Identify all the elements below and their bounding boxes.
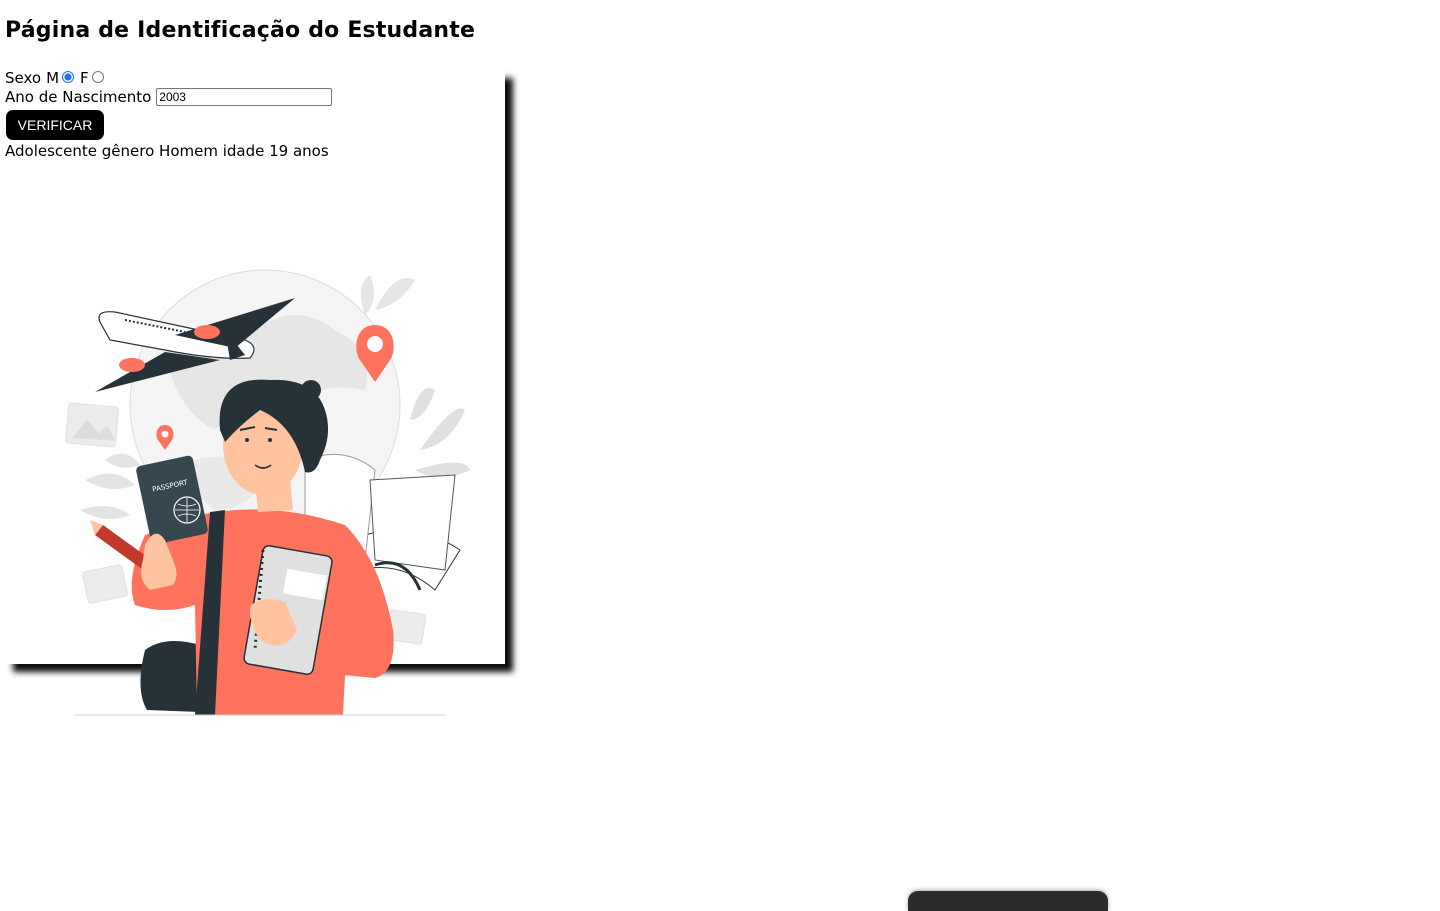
option-m-label: M <box>46 69 60 87</box>
leaf-right <box>410 388 470 478</box>
eye <box>245 438 249 442</box>
engine-icon <box>194 325 220 339</box>
sexo-f-radio[interactable] <box>91 71 104 83</box>
student-traveler-illustration: PASSPORT <box>65 269 470 716</box>
ano-input[interactable] <box>156 88 333 106</box>
page-title: Página de Identificação do Estudante <box>5 18 476 43</box>
engine-icon <box>119 358 145 372</box>
backpack-icon <box>140 641 200 712</box>
verify-button[interactable]: VERIFICAR <box>6 110 104 140</box>
leaf-right-top <box>361 275 415 315</box>
ano-row: Ano de Nascimento <box>5 87 333 107</box>
sexo-m-radio[interactable] <box>62 71 75 83</box>
photo-icon-left <box>65 402 119 448</box>
hair-bun <box>301 380 321 400</box>
ano-label: Ano de Nascimento <box>5 88 152 106</box>
result-text: Adolescente gênero Homem idade 19 anos <box>5 142 329 160</box>
bottom-popup-bar[interactable] <box>908 891 1108 911</box>
sexo-row: Sexo M F <box>5 68 107 88</box>
sexo-label: Sexo <box>5 69 42 87</box>
option-f-label: F <box>80 69 89 87</box>
eye <box>268 438 272 442</box>
photo-icon-bottom-left <box>82 564 128 604</box>
leaf-left <box>80 453 140 519</box>
